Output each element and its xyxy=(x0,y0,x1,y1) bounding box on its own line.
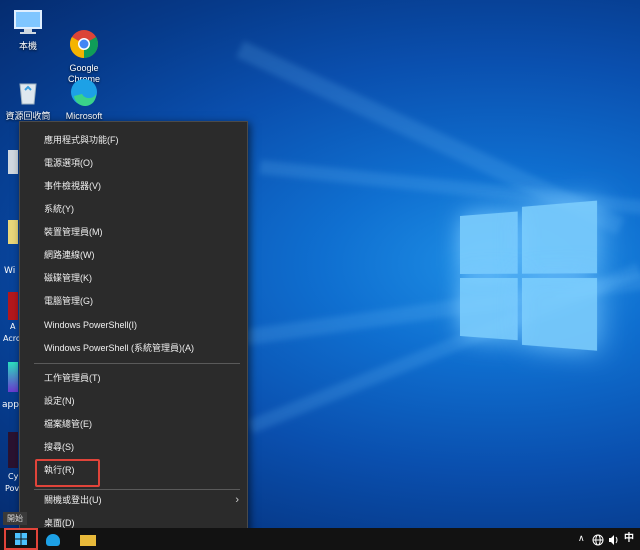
partial-label: app xyxy=(2,400,19,410)
app-partial-icon xyxy=(8,362,18,392)
this-pc-icon[interactable]: 本機 xyxy=(2,6,54,52)
menu-item-system[interactable]: 系統(Y) xyxy=(20,199,247,219)
edge-icon xyxy=(68,76,100,108)
start-button[interactable] xyxy=(4,528,38,550)
menu-item-device-manager[interactable]: 裝置管理員(M) xyxy=(20,222,247,242)
start-tooltip: 開始 xyxy=(3,512,27,525)
ime-indicator[interactable]: 中 xyxy=(624,528,634,550)
menu-item-file-explorer[interactable]: 檔案總管(E) xyxy=(20,414,247,434)
desktop-icon-label: 本機 xyxy=(18,41,37,51)
windows-logo xyxy=(460,195,613,362)
desktop-icon-label: 資源回收筒 xyxy=(5,111,51,121)
chevron-right-icon: › xyxy=(235,494,239,506)
menu-item-computer-management[interactable]: 電腦管理(G) xyxy=(20,291,247,311)
desktop-icon-label: Microsoft xyxy=(65,111,103,121)
menu-item-shutdown-signout[interactable]: 關機或登出(U) › xyxy=(20,490,247,510)
menu-item-apps-features[interactable]: 應用程式與功能(F) xyxy=(20,130,247,150)
menu-item-disk-management[interactable]: 磁碟管理(K) xyxy=(20,268,247,288)
recycle-bin-icon[interactable]: 資源回收筒 xyxy=(2,76,54,122)
menu-item-power-options[interactable]: 電源選項(O) xyxy=(20,153,247,173)
menu-item-search[interactable]: 搜尋(S) xyxy=(20,437,247,457)
edge-taskbar-icon[interactable] xyxy=(46,534,60,546)
menu-item-network-connections[interactable]: 網路連線(W) xyxy=(20,245,247,265)
monitor-icon xyxy=(12,6,44,38)
run-highlight-box xyxy=(35,459,100,487)
chrome-icon xyxy=(68,17,100,58)
menu-item-powershell-admin[interactable]: Windows PowerShell (系統管理員)(A) xyxy=(20,338,247,358)
tray-chevron-up-icon[interactable]: ∧ xyxy=(578,528,585,550)
google-chrome-icon[interactable]: Google Chrome xyxy=(58,6,110,85)
trash-icon xyxy=(12,76,44,108)
menu-item-powershell[interactable]: Windows PowerShell(I) xyxy=(20,315,247,335)
microsoft-edge-icon[interactable]: Microsoft xyxy=(58,76,110,122)
partial-label: Cy xyxy=(8,472,19,481)
winx-context-menu: 應用程式與功能(F) 電源選項(O) 事件檢視器(V) 系統(Y) 裝置管理員(… xyxy=(19,121,248,538)
menu-item-event-viewer[interactable]: 事件檢視器(V) xyxy=(20,176,247,196)
speaker-icon[interactable] xyxy=(608,533,620,545)
windows-start-icon xyxy=(15,533,27,545)
cyberlink-partial-icon xyxy=(8,432,18,468)
menu-item-task-manager[interactable]: 工作管理員(T) xyxy=(20,368,247,388)
partial-label: A xyxy=(10,322,16,331)
file-explorer-taskbar-icon[interactable] xyxy=(80,535,96,546)
partial-label: Wi xyxy=(4,266,16,276)
partial-icon xyxy=(8,220,18,244)
partial-label: Pov xyxy=(5,484,20,493)
taskbar: ∧ 中 xyxy=(0,528,640,550)
globe-icon[interactable] xyxy=(592,533,604,546)
acrobat-partial-icon xyxy=(8,292,18,320)
menu-item-settings[interactable]: 設定(N) xyxy=(20,391,247,411)
menu-separator xyxy=(34,363,240,364)
partial-icon xyxy=(8,150,18,174)
